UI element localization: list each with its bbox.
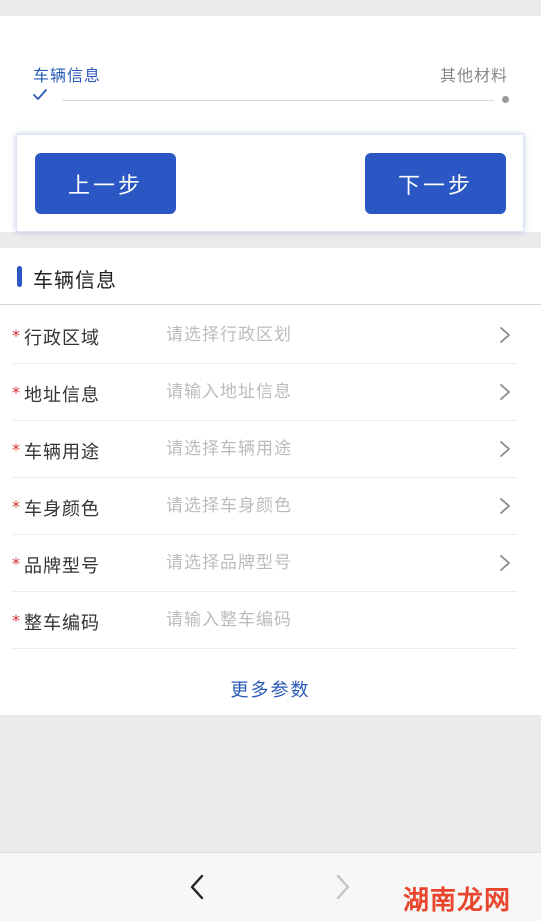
required-mark: * [12, 554, 20, 573]
steps-card: 车辆信息 其他材料 上一步 下一步 [0, 16, 541, 232]
required-mark: * [12, 440, 20, 459]
required-mark: * [12, 326, 20, 345]
check-icon [33, 89, 47, 100]
watermark-text-mid: 龙 [457, 886, 485, 916]
step-current-label: 车辆信息 [33, 66, 102, 85]
row-label: 地址信息 [24, 385, 100, 406]
form-row-body-color[interactable]: * 车身颜色 [0, 477, 541, 535]
vehicle-info-form: 车辆信息 * 行政区域 * 地址信息 * 车辆用途 [0, 248, 541, 715]
row-label: 整车编码 [24, 613, 100, 634]
required-mark: * [12, 383, 20, 402]
brand-model-select[interactable] [166, 548, 486, 578]
step-next-label: 其他材料 [439, 66, 508, 85]
watermark-text-en: 网 [484, 886, 512, 916]
browser-nav-bar: 湖南龙网 [0, 852, 541, 921]
form-row-address[interactable]: * 地址信息 [0, 363, 541, 421]
chevron-right-icon[interactable] [498, 496, 512, 516]
chevron-right-icon[interactable] [498, 439, 512, 459]
more-params-link[interactable]: 更多参数 [0, 676, 541, 702]
form-row-vin[interactable]: * 整车编码 [0, 591, 541, 649]
section-title: 车辆信息 [33, 268, 117, 292]
required-mark: * [12, 497, 20, 516]
prev-step-button[interactable]: 上一步 [35, 153, 176, 214]
back-arrow-icon[interactable] [186, 872, 208, 902]
row-label: 品牌型号 [24, 556, 100, 577]
forward-arrow-icon[interactable] [332, 872, 354, 902]
chevron-right-icon[interactable] [498, 382, 512, 402]
step-buttons-panel: 上一步 下一步 [16, 134, 524, 232]
chevron-right-icon[interactable] [498, 325, 512, 345]
row-label: 车辆用途 [24, 442, 100, 463]
body-color-select[interactable] [166, 491, 486, 521]
region-select[interactable] [166, 320, 486, 350]
chevron-right-icon[interactable] [498, 553, 512, 573]
address-input[interactable] [166, 377, 486, 407]
step-dot-icon [502, 96, 509, 103]
step-progress-line [62, 100, 494, 101]
form-row-vehicle-usage[interactable]: * 车辆用途 [0, 420, 541, 478]
vin-input[interactable] [166, 605, 486, 635]
watermark-text-cn: 湖南 [403, 886, 458, 916]
required-mark: * [12, 611, 20, 630]
row-label: 车身颜色 [24, 499, 100, 520]
section-header: 车辆信息 [0, 248, 541, 305]
section-accent-bar [17, 266, 22, 287]
form-row-region[interactable]: * 行政区域 [0, 306, 541, 364]
vehicle-usage-select[interactable] [166, 434, 486, 464]
next-step-button[interactable]: 下一步 [365, 153, 506, 214]
page: 车辆信息 其他材料 上一步 下一步 车辆信息 * 行政区域 * 地址信息 [0, 0, 541, 921]
form-row-brand-model[interactable]: * 品牌型号 [0, 534, 541, 592]
row-label: 行政区域 [24, 328, 100, 349]
watermark-logo: 湖南龙网 [403, 880, 511, 917]
